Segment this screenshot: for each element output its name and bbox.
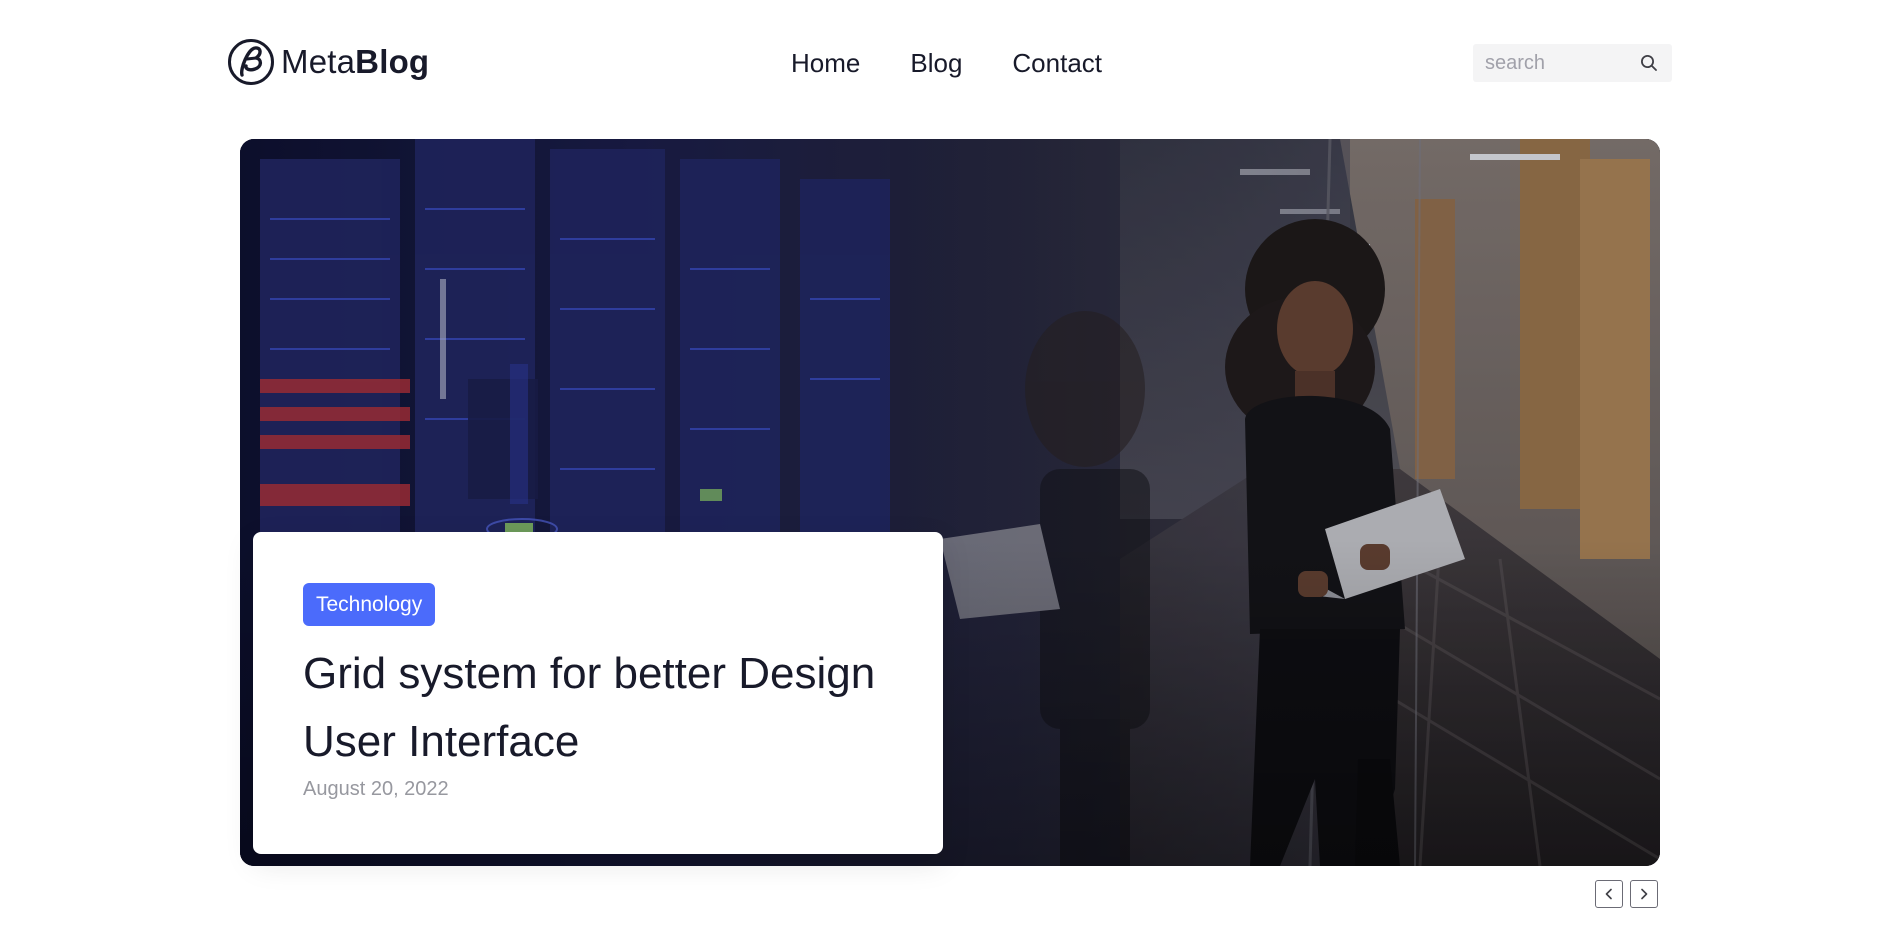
category-badge[interactable]: Technology [303,583,436,626]
search-box [1473,44,1672,82]
slider-controls [1595,880,1658,908]
site-header: MetaBlog Home Blog Contact [0,0,1895,126]
post-title[interactable]: Grid system for better Design User Inter… [303,640,903,776]
nav-link-home[interactable]: Home [791,43,860,83]
chevron-left-icon [1605,888,1612,900]
next-slide-button[interactable] [1630,880,1658,908]
brand-name: MetaBlog [281,38,429,86]
circular-b-logo-icon [228,39,274,85]
nav-link-blog[interactable]: Blog [910,43,962,83]
brand-logo[interactable]: MetaBlog [228,38,429,86]
chevron-right-icon [1641,888,1648,900]
nav-link-contact[interactable]: Contact [1012,43,1102,83]
main-nav: Home Blog Contact [791,43,1102,83]
brand-name-light: Meta [281,43,356,80]
previous-slide-button[interactable] [1595,880,1623,908]
search-icon[interactable] [1640,54,1658,72]
brand-name-bold: Blog [355,43,430,80]
post-date: August 20, 2022 [303,778,449,800]
featured-post-card[interactable]: Technology Grid system for better Design… [253,532,943,854]
search-input[interactable] [1473,44,1635,82]
